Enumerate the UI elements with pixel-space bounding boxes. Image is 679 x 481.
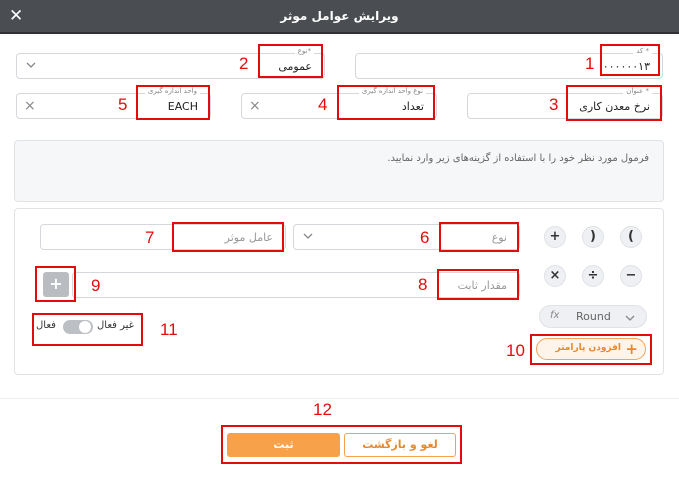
annotation-box-5 xyxy=(136,85,210,120)
annotation-number-6: 6 xyxy=(420,228,430,247)
fx-icon: fx xyxy=(550,310,560,321)
annotation-box-11 xyxy=(32,313,143,346)
chevron-down-icon xyxy=(303,233,313,239)
multiply-operator-button[interactable]: × xyxy=(544,265,566,287)
round-label: Round xyxy=(576,310,611,323)
annotation-box-4 xyxy=(337,85,435,120)
annotation-box-12 xyxy=(221,425,462,464)
minus-operator-button[interactable]: − xyxy=(620,265,642,287)
formula-display[interactable]: فرمول مورد نظر خود را با استفاده از گزین… xyxy=(14,140,664,202)
chevron-down-icon xyxy=(26,62,36,68)
annotation-box-6 xyxy=(439,222,519,252)
annotation-number-9: 9 xyxy=(91,276,101,295)
footer-divider xyxy=(0,398,679,399)
annotation-box-1 xyxy=(600,44,660,76)
annotation-box-7 xyxy=(172,222,284,252)
dialog-title: ویرایش عوامل موثر xyxy=(280,9,399,23)
chevron-down-icon xyxy=(625,315,635,321)
annotation-number-1: 1 xyxy=(585,54,595,73)
annotation-number-11: 11 xyxy=(160,320,178,339)
annotation-number-10: 10 xyxy=(506,341,525,360)
formula-hint: فرمول مورد نظر خود را با استفاده از گزین… xyxy=(387,153,649,164)
round-function-button[interactable]: fx Round xyxy=(539,305,647,328)
annotation-number-8: 8 xyxy=(418,275,428,294)
annotation-number-12: 12 xyxy=(313,400,332,419)
clear-icon[interactable]: × xyxy=(249,98,261,114)
annotation-box-9 xyxy=(35,266,76,302)
annotation-box-8 xyxy=(437,269,519,300)
close-paren-button[interactable]: ) xyxy=(582,226,604,248)
annotation-number-3: 3 xyxy=(549,95,559,114)
annotation-box-2 xyxy=(258,44,323,78)
annotation-number-7: 7 xyxy=(145,228,155,247)
clear-icon[interactable]: × xyxy=(24,98,36,114)
annotation-number-5: 5 xyxy=(118,95,128,114)
plus-operator-button[interactable]: + xyxy=(544,226,566,248)
dialog-titlebar: ویرایش عوامل موثر ✕ xyxy=(0,0,679,34)
annotation-number-4: 4 xyxy=(318,95,328,114)
annotation-box-3 xyxy=(566,85,662,121)
open-paren-button[interactable]: ( xyxy=(620,226,642,248)
annotation-box-10 xyxy=(530,334,652,365)
close-icon[interactable]: ✕ xyxy=(9,6,23,26)
annotation-number-2: 2 xyxy=(239,54,249,73)
divide-operator-button[interactable]: ÷ xyxy=(582,265,604,287)
